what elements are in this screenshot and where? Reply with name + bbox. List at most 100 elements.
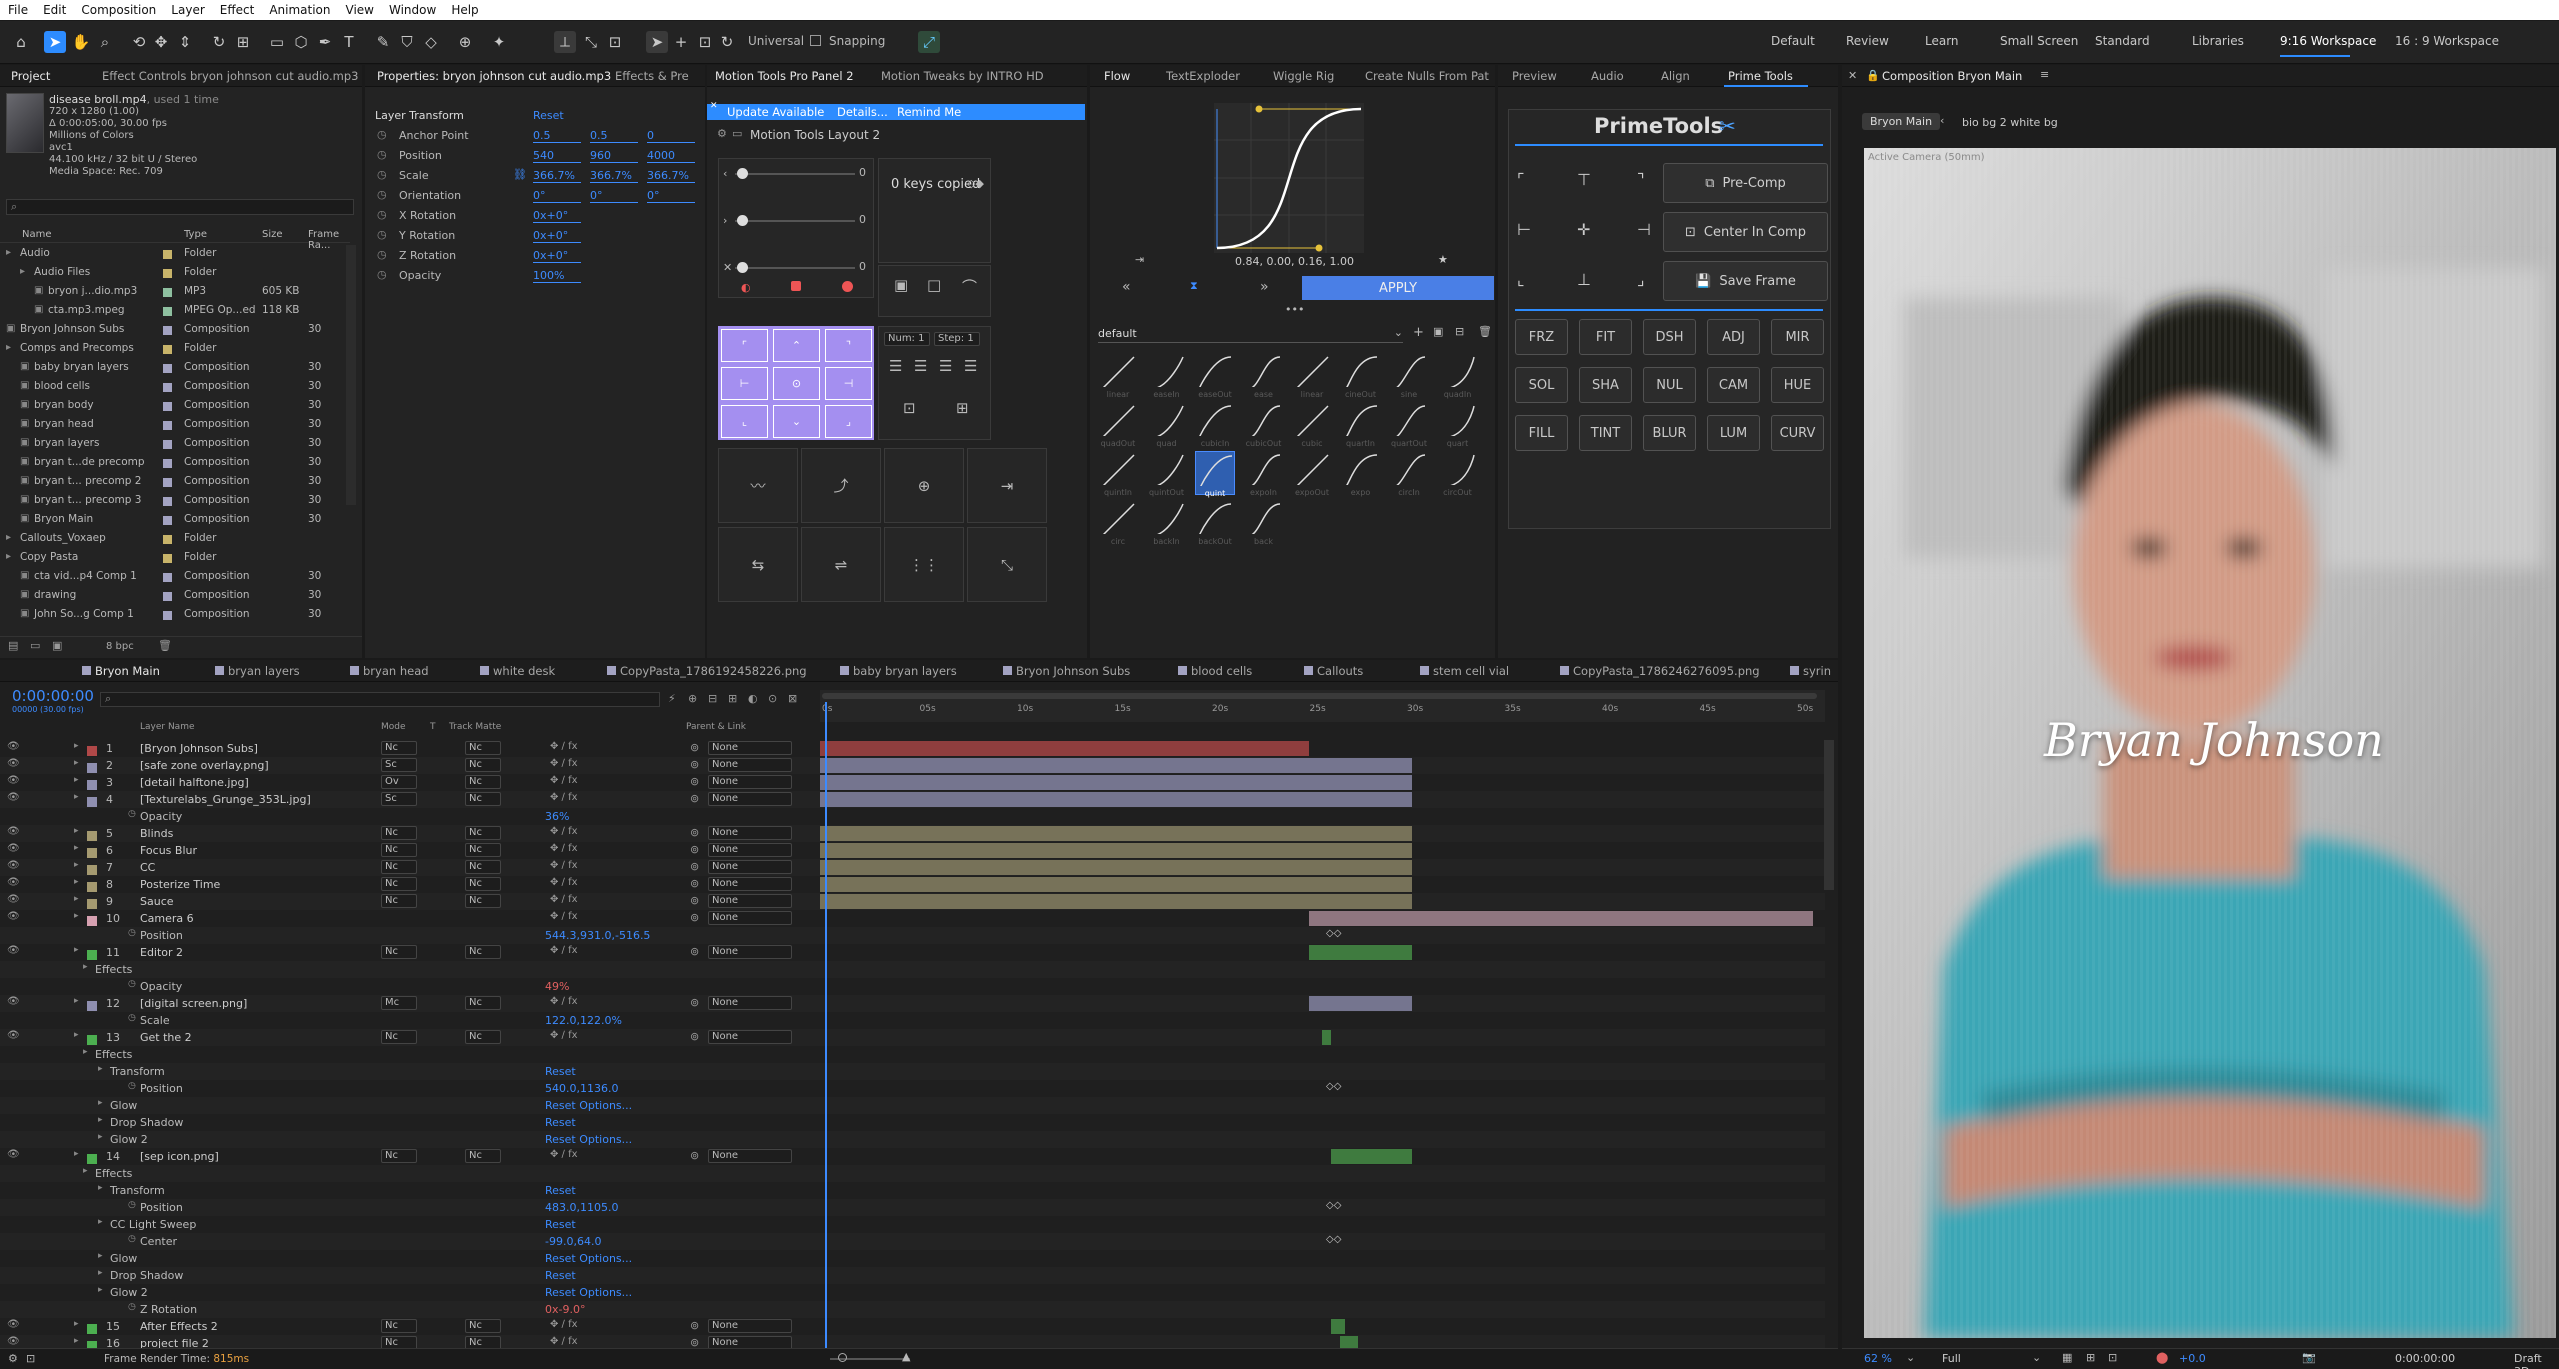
menu-animation[interactable]: Animation	[261, 3, 337, 17]
curve-quint[interactable]: quint	[1195, 451, 1235, 498]
timeline-layer-row[interactable]: 👁 ▸ 10 Camera 6 ✥ ∕ fx ⊚ None	[0, 910, 1825, 927]
details-link[interactable]: Details...	[837, 105, 888, 119]
tab-timeline-6[interactable]: Bryon Johnson Subs	[1003, 664, 1130, 678]
timeline-prop-row[interactable]: ▸ Effects	[0, 1046, 1825, 1063]
timeline-prop-row[interactable]: ▸ Effects	[0, 961, 1825, 978]
workspace-0[interactable]: Default	[1771, 34, 1815, 48]
layer-bar[interactable]	[1322, 1030, 1331, 1045]
tab-prime-0[interactable]: Preview	[1512, 69, 1557, 83]
timeline-layer-row[interactable]: 👁 ▸ 5 Blinds Nc Nc ✥ ∕ fx ⊚ None	[0, 825, 1825, 842]
timeline-scrollbar[interactable]	[1824, 740, 1834, 890]
prime-sol-button[interactable]: SOL	[1515, 367, 1568, 403]
pickwhip-icon[interactable]: ⊚	[690, 1319, 699, 1332]
prev-icon[interactable]: «	[1122, 279, 1131, 295]
menu-icon[interactable]: ≡	[2040, 68, 2049, 81]
mode-select[interactable]: Nc	[381, 741, 417, 755]
remind-link[interactable]: Remind Me	[897, 105, 961, 119]
expand-icon[interactable]: ▸	[74, 843, 79, 853]
workspace-7[interactable]: 16 : 9 Workspace	[2395, 34, 2499, 48]
curve-cubic[interactable]: cubic	[1292, 402, 1332, 448]
align-icon[interactable]: ✛	[1577, 220, 1590, 239]
prime-cam-button[interactable]: CAM	[1707, 367, 1760, 403]
workspace-2[interactable]: Learn	[1925, 34, 1959, 48]
stopwatch-icon[interactable]: ◷	[377, 268, 387, 281]
curve-ease[interactable]: ease	[1244, 353, 1284, 399]
swap-icon[interactable]: ⇆	[718, 527, 798, 602]
tab-timeline-0[interactable]: Bryon Main	[82, 664, 160, 678]
forward-icon[interactable]: ⇥	[967, 448, 1047, 523]
curve-backOut[interactable]: backOut	[1195, 500, 1235, 546]
parent-select[interactable]: None	[708, 996, 792, 1010]
prop-value[interactable]: Reset Options...	[545, 1133, 632, 1146]
align-justify-icon[interactable]: ☰	[939, 357, 952, 375]
mode-select[interactable]: Nc	[381, 843, 417, 857]
expand-icon[interactable]: ▸	[74, 1336, 79, 1346]
dolly-tool-icon[interactable]: ⇕	[174, 31, 196, 53]
prop-value[interactable]: 100%	[533, 269, 581, 283]
tab-project[interactable]: Project	[11, 69, 50, 83]
project-item[interactable]: ▣ bryan body Composition 30	[0, 397, 346, 416]
anchor-cell-icon[interactable]: ⌜	[721, 329, 768, 362]
preset-select[interactable]: default ⌄	[1098, 325, 1403, 343]
prop-value[interactable]: Reset	[545, 1184, 576, 1197]
timeline-prop-row[interactable]: ▸ Glow Reset Options...	[0, 1097, 1825, 1114]
tab-timeline-5[interactable]: baby bryan layers	[840, 664, 957, 678]
anchor-cell-icon[interactable]: ⊢	[721, 367, 768, 400]
timeline-prop-row[interactable]: ▸ Effects	[0, 1165, 1825, 1182]
project-item[interactable]: ▣ John So...g Comp 1 Composition 30	[0, 606, 346, 625]
project-item[interactable]: ▣ cta vid...p4 Comp 1 Composition 30	[0, 568, 346, 587]
prime-hue-button[interactable]: HUE	[1771, 367, 1824, 403]
align-icon[interactable]: ⌟	[1637, 270, 1645, 289]
local-axis-icon[interactable]: ⟂	[554, 31, 576, 53]
prop-value[interactable]: 36%	[545, 810, 569, 823]
matte-select[interactable]: Nc	[465, 775, 501, 789]
grid-icon[interactable]: ⊞	[2086, 1351, 2095, 1364]
timeline-switch-icon[interactable]: ◐	[748, 692, 758, 705]
stamp-tool-icon[interactable]: ⛉	[396, 31, 418, 53]
layer-bar[interactable]	[820, 843, 1412, 858]
slider-1[interactable]	[737, 168, 748, 179]
universal-label[interactable]: Universal	[748, 34, 804, 48]
stopwatch-icon[interactable]: ◷	[377, 168, 387, 181]
matte-select[interactable]: Nc	[465, 843, 501, 857]
align-icon[interactable]: ⌝	[1637, 170, 1645, 189]
timeline-switch-icon[interactable]: ⊙	[768, 692, 777, 705]
project-item[interactable]: ▸ Comps and Precomps Folder	[0, 340, 346, 359]
selection-tool-icon[interactable]: ➤	[44, 31, 66, 53]
curve-quartIn[interactable]: quartIn	[1341, 402, 1381, 448]
mode-select[interactable]: Nc	[381, 1319, 417, 1333]
tab-flow-1[interactable]: TextExploder	[1166, 69, 1240, 83]
timeline-prop-row[interactable]: ▸ Glow 2 Reset Options...	[0, 1284, 1825, 1301]
curve-backIn[interactable]: backIn	[1147, 500, 1187, 546]
expand-icon[interactable]: ▸	[74, 860, 79, 870]
timeline-prop-row[interactable]: ◷ Opacity 49%	[0, 978, 1825, 995]
menu-edit[interactable]: Edit	[35, 3, 73, 17]
hand-tool-icon[interactable]: ✋	[70, 31, 92, 53]
pickwhip-icon[interactable]: ⊚	[690, 741, 699, 754]
world-axis-icon[interactable]: ⤡	[580, 31, 602, 53]
slider-3[interactable]	[737, 262, 748, 273]
matte-select[interactable]: Nc	[465, 894, 501, 908]
eye-icon[interactable]: 👁	[7, 758, 20, 769]
expand-icon[interactable]: ▸	[74, 1319, 79, 1329]
stopwatch-icon[interactable]: ◷	[377, 128, 387, 141]
timeline-prop-row[interactable]: ◷ Position 544.3,931.0,-516.5 ◇◇	[0, 927, 1825, 944]
matte-select[interactable]: Nc	[465, 741, 501, 755]
timeline-prop-row[interactable]: ◷ Center -99.0,64.0 ◇◇	[0, 1233, 1825, 1250]
solid-square-icon[interactable]: ▣	[894, 276, 908, 294]
keyframe-icon[interactable]: ◇◇	[1326, 1200, 1341, 1211]
parent-select[interactable]: None	[708, 758, 792, 772]
workspace-3[interactable]: Small Screen	[2000, 34, 2078, 48]
move-3d-icon[interactable]: +	[670, 31, 692, 53]
eye-icon[interactable]: 👁	[7, 843, 20, 854]
home-icon[interactable]: ⌂	[10, 31, 32, 53]
prime-adj-button[interactable]: ADJ	[1707, 319, 1760, 355]
eye-icon[interactable]: 👁	[7, 775, 20, 786]
pickwhip-icon[interactable]: ⊚	[690, 758, 699, 771]
prop-value[interactable]: Reset Options...	[545, 1252, 632, 1265]
curve-quintIn[interactable]: quintIn	[1098, 451, 1138, 497]
parent-select[interactable]: None	[708, 775, 792, 789]
curve-quadIn[interactable]: quadIn	[1438, 353, 1478, 399]
pickwhip-icon[interactable]: ⊚	[690, 792, 699, 805]
anchor-cell-icon[interactable]: ⌄	[773, 405, 820, 438]
